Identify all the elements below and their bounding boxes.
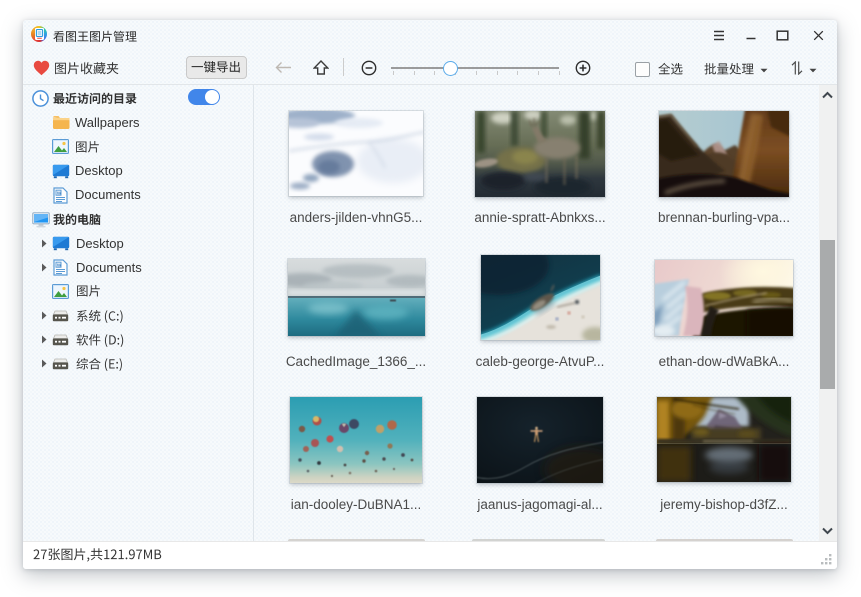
svg-text:W: W (57, 190, 62, 195)
svg-text:W: W (57, 262, 62, 267)
